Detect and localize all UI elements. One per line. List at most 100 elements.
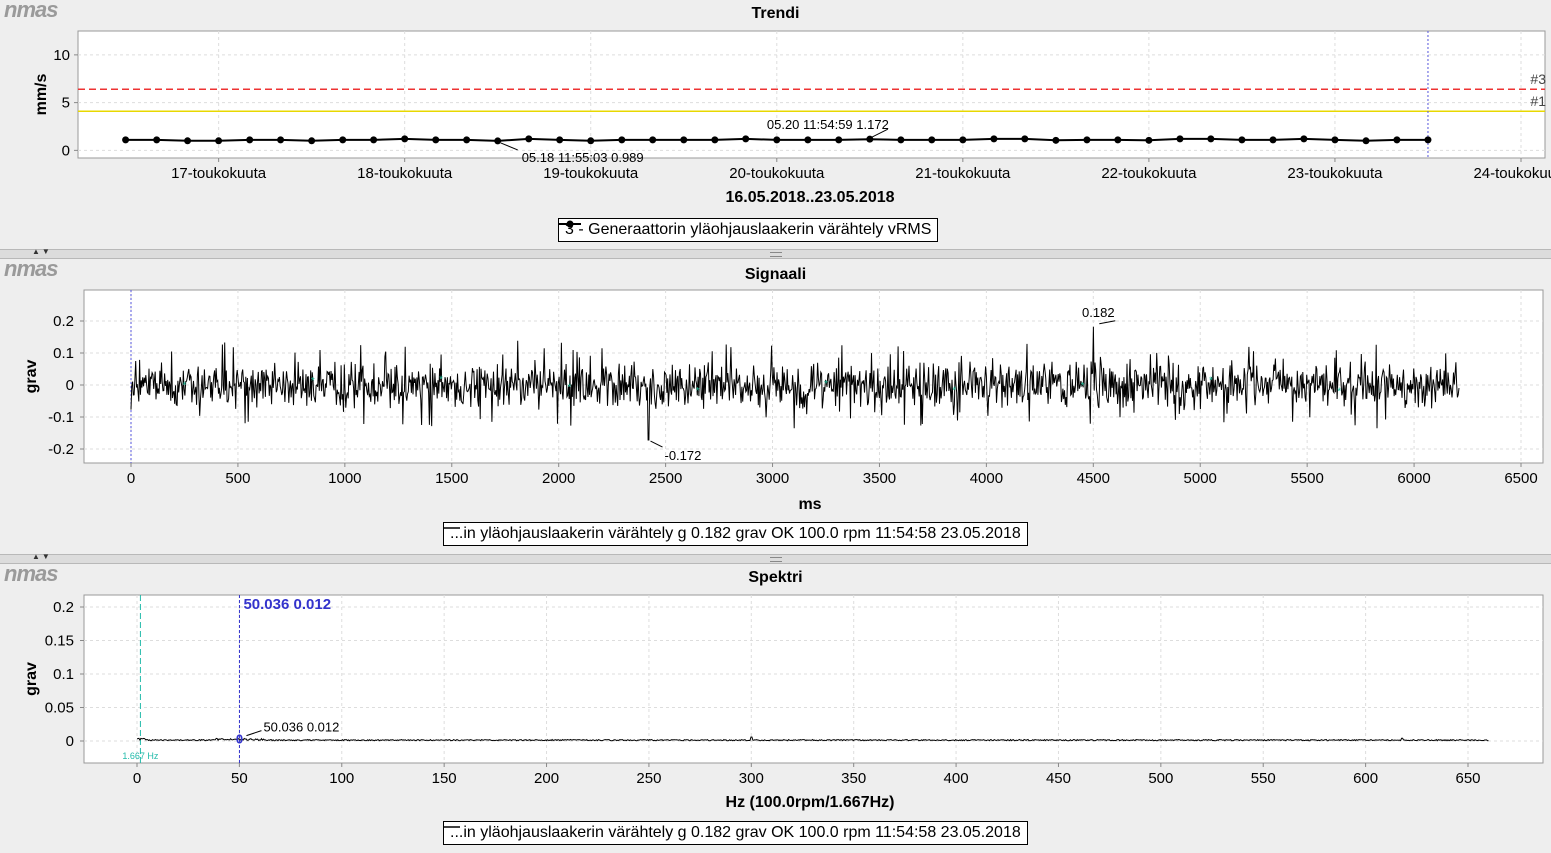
x-tick-label: 23-toukokuuta [1287,165,1383,182]
trend-signal-splitter[interactable]: ▲▼ [0,247,1551,259]
trend-data-point [184,137,192,145]
trend-data-point [587,137,595,145]
trend-data-point [1393,136,1401,144]
trend-data-point [1052,136,1060,144]
x-tick-label: 250 [636,770,661,787]
trend-data-point [1021,135,1029,143]
x-tick-label: 22-toukokuuta [1101,165,1197,182]
y-tick-label: 5 [62,95,70,112]
x-tick-label: 200 [534,770,559,787]
spectrum-panel: nmas Spektri 0 50 100 150 200 250 300 350 400 450… [0,561,1551,853]
trend-data-point [215,137,223,145]
trend-data-point [680,136,688,144]
cursor-marker: 0 [236,732,243,747]
trend-data-point [432,136,440,144]
x-tick-label: 150 [432,770,457,787]
y-tick-label: 0.15 [45,633,74,650]
trend-data-point [463,136,471,144]
splitter-grip-icon [770,252,782,257]
x-tick-label: 24-toukokuuta [1473,165,1551,182]
running-speed-label: 1.667 Hz [122,751,159,761]
x-tick-label: 3000 [756,470,789,487]
trend-data-point [711,136,719,144]
x-tick-label: 550 [1251,770,1276,787]
x-tick-label: 3500 [863,470,896,487]
x-tick-label: 300 [739,770,764,787]
legend-line-symbol [444,527,460,529]
spectrum-chart[interactable]: 0 50 100 150 200 250 300 350 400 450 500 550 600 650 0… [0,564,1551,816]
annotation-max: 05.20 11:54:59 1.172 [767,117,889,132]
trend-data-point [153,136,161,144]
trend-legend[interactable]: 3 - Generaattorin yläohjauslaakerin värä… [558,218,939,242]
rev-marker: * [183,380,187,391]
trend-data-point [122,136,130,144]
y-tick-label: -0.2 [48,441,74,458]
y-tick-label: 0 [66,377,74,394]
x-tick-label: 21-toukokuuta [915,165,1011,182]
x-tick-label: 500 [1148,770,1173,787]
trend-chart[interactable]: 17-toukokuuta 18-toukokuuta 19-toukokuuta 2… [0,0,1551,215]
x-tick-label: 0 [133,770,141,787]
trend-data-point [494,137,502,145]
trend-data-point [1238,136,1246,144]
collapse-arrows-icon[interactable]: ▲▼ [32,552,52,561]
x-tick-label: 350 [841,770,866,787]
x-tick-label: 100 [329,770,354,787]
spectrum-legend[interactable]: ...in yläohjauslaakerin värähtely g 0.18… [443,821,1028,845]
rev-marker: * [952,386,956,397]
x-tick-label: 5500 [1290,470,1323,487]
rev-marker: * [1337,386,1341,397]
trend-data-point [370,136,378,144]
trend-data-point [401,135,409,143]
x-tick-label: 6500 [1504,470,1537,487]
x-tick-label: 19-toukokuuta [543,165,639,182]
trend-data-point [835,136,843,144]
splitter-grip-icon [770,557,782,562]
x-tick-label: 500 [225,470,250,487]
y-tick-label: 0.1 [53,666,74,683]
x-tick-label: 6000 [1397,470,1430,487]
trend-data-point [1207,135,1215,143]
x-axis-label: ms [798,496,821,513]
annotation-min: 05.18 11:55:03 0.989 [522,150,644,165]
rev-marker: * [311,376,315,387]
spectrum-legend-label: ...in yläohjauslaakerin värähtely g 0.18… [450,824,1021,841]
trend-data-point [1145,136,1153,144]
x-tick-label: 17-toukokuuta [171,165,267,182]
trend-data-point [1362,137,1370,145]
x-tick-label: 450 [1046,770,1071,787]
cursor-readout: 50.036 0.012 [243,596,331,613]
trend-data-point [959,136,967,144]
y-tick-label: 0.2 [53,313,74,330]
x-tick-label: 650 [1455,770,1480,787]
x-tick-label: 5000 [1184,470,1217,487]
signal-spectrum-splitter[interactable]: ▲▼ [0,552,1551,564]
trend-data-point [1176,135,1184,143]
trend-data-point [1083,136,1091,144]
signal-legend[interactable]: ...in yläohjauslaakerin värähtely g 0.18… [443,522,1028,546]
trend-data-point [928,136,936,144]
signal-chart[interactable]: 0 500 1000 1500 2000 2500 3000 3500 4000 4500 5000… [0,259,1551,517]
trend-data-point [618,136,626,144]
y-tick-label: 10 [53,47,70,64]
rev-marker: * [1081,381,1085,392]
x-tick-label: 4000 [970,470,1003,487]
x-tick-label: 1500 [435,470,468,487]
x-axis-label: 16.05.2018..23.05.2018 [725,189,894,206]
x-tick-label: 400 [944,770,969,787]
rev-marker: * [696,386,700,397]
x-tick-label: 4500 [1077,470,1110,487]
x-tick-label: 20-toukokuuta [729,165,825,182]
annotation-trough: -0.172 [665,448,702,463]
x-tick-label: 18-toukokuuta [357,165,453,182]
collapse-arrows-icon[interactable]: ▲▼ [32,247,52,256]
trend-data-point [1269,136,1277,144]
trend-data-point [339,136,347,144]
y-axis-label: grav [23,360,40,394]
y-tick-label: 0.2 [53,599,74,616]
legend-line-dot-symbol [559,220,581,228]
trend-data-point [649,136,657,144]
annotation-peak: 0.182 [1082,305,1115,320]
plot-area [83,594,1544,764]
y-tick-label: 0 [66,733,74,750]
